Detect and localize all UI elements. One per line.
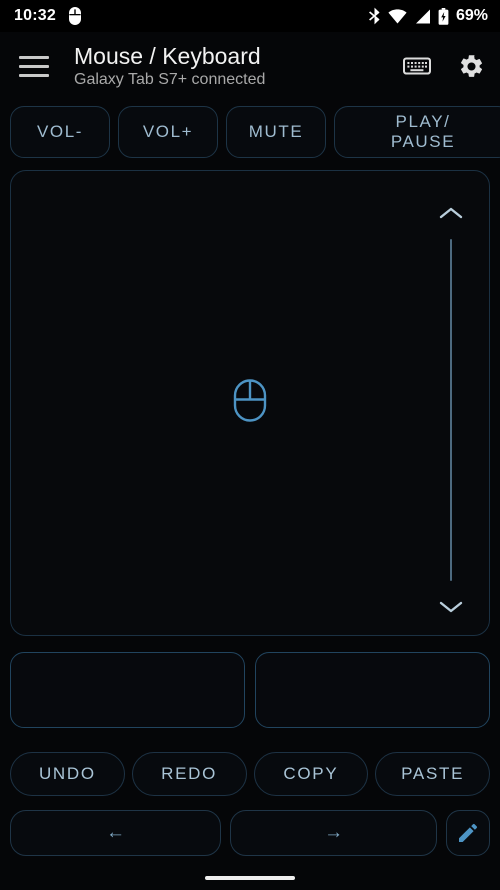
navigation-row: ← → — [10, 810, 490, 856]
header-actions — [402, 51, 486, 81]
gear-icon[interactable] — [456, 51, 486, 81]
hamburger-line — [19, 64, 49, 68]
chevron-down-icon[interactable] — [438, 599, 464, 615]
hamburger-line — [19, 55, 49, 59]
chevron-up-icon[interactable] — [438, 205, 464, 221]
hamburger-line — [19, 73, 49, 77]
mute-button[interactable]: MUTE — [226, 106, 326, 158]
paste-button[interactable]: PASTE — [375, 752, 490, 796]
left-click-button[interactable] — [10, 652, 245, 728]
app-root: 10:32 69% Mouse / Keyboard Galaxy Tab S7… — [0, 0, 500, 890]
cell-signal-icon — [414, 9, 431, 24]
touchpad-area[interactable] — [10, 170, 490, 636]
play-pause-label-line2: PAUSE — [390, 132, 456, 151]
header-title-group: Mouse / Keyboard Galaxy Tab S7+ connecte… — [74, 43, 394, 90]
play-pause-label-line1: PLAY/ — [395, 112, 451, 131]
play-pause-button[interactable]: PLAY/ PAUSE — [334, 106, 500, 158]
redo-button[interactable]: REDO — [131, 752, 247, 796]
volume-up-button[interactable]: VOL+ — [118, 106, 218, 158]
home-indicator — [205, 876, 295, 880]
pencil-icon[interactable] — [446, 810, 490, 856]
edit-controls-row: UNDO REDO COPY PASTE — [10, 752, 490, 796]
app-header: Mouse / Keyboard Galaxy Tab S7+ connecte… — [0, 32, 500, 100]
status-bar-left: 10:32 — [14, 7, 82, 25]
status-bar: 10:32 69% — [0, 0, 500, 32]
status-bar-right: 69% — [368, 7, 488, 25]
connection-status-label: Galaxy Tab S7+ connected — [74, 70, 266, 88]
forward-button[interactable]: → — [230, 810, 438, 856]
copy-button[interactable]: COPY — [253, 752, 369, 796]
scroll-bar[interactable] — [435, 205, 467, 615]
scroll-track[interactable] — [450, 239, 452, 581]
mouse-notification-icon — [68, 7, 82, 25]
hamburger-menu-icon[interactable] — [16, 48, 52, 84]
volume-down-button[interactable]: VOL- — [10, 106, 110, 158]
wifi-icon — [388, 8, 407, 24]
keyboard-icon[interactable] — [402, 51, 432, 81]
mouse-click-buttons-row — [10, 652, 490, 728]
battery-icon — [438, 7, 449, 25]
mouse-icon — [233, 379, 267, 428]
page-title: Mouse / Keyboard — [74, 42, 261, 69]
back-button[interactable]: ← — [10, 810, 222, 856]
right-click-button[interactable] — [255, 652, 490, 728]
status-time: 10:32 — [14, 7, 56, 24]
undo-button[interactable]: UNDO — [10, 752, 125, 796]
battery-percent-label: 69% — [455, 7, 488, 24]
bluetooth-icon — [368, 7, 381, 25]
media-controls-row: VOL- VOL+ MUTE PLAY/ PAUSE — [10, 106, 500, 158]
